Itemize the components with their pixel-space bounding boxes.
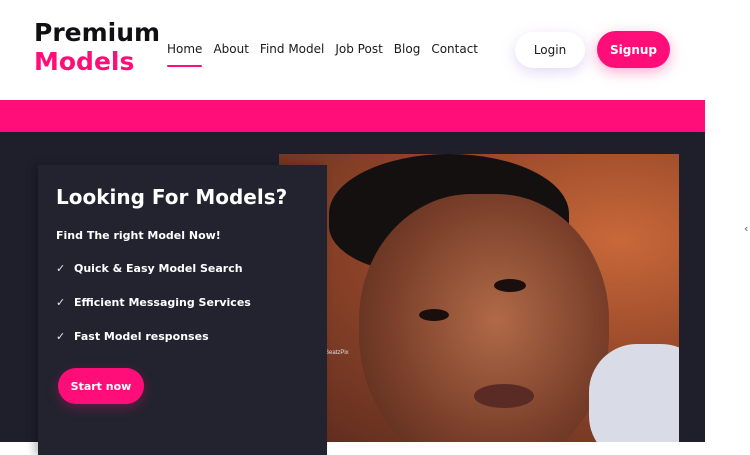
nav-item-contact[interactable]: Contact bbox=[431, 42, 478, 56]
feature-item: ✓ Quick & Easy Model Search bbox=[56, 262, 243, 275]
site-header: Premium Models Home About Find Model Job… bbox=[0, 0, 705, 100]
feature-item: ✓ Efficient Messaging Services bbox=[56, 296, 251, 309]
feature-label: Fast Model responses bbox=[74, 330, 209, 343]
nav-item-home[interactable]: Home bbox=[167, 42, 203, 67]
page-root: Premium Models Home About Find Model Job… bbox=[0, 0, 705, 455]
nav-item-blog[interactable]: Blog bbox=[394, 42, 421, 56]
hero-model-image: BeatzPix bbox=[279, 154, 679, 442]
start-now-button[interactable]: Start now bbox=[58, 368, 144, 404]
feature-label: Quick & Easy Model Search bbox=[74, 262, 243, 275]
signup-button[interactable]: Signup bbox=[597, 31, 670, 68]
feature-label: Efficient Messaging Services bbox=[74, 296, 251, 309]
nav-item-job-post[interactable]: Job Post bbox=[335, 42, 382, 56]
feature-item: ✓ Fast Model responses bbox=[56, 330, 209, 343]
nav-item-about[interactable]: About bbox=[213, 42, 248, 56]
accent-band bbox=[0, 100, 705, 132]
check-icon: ✓ bbox=[56, 330, 66, 343]
login-button[interactable]: Login bbox=[515, 32, 585, 68]
hero-subtitle: Find The right Model Now! bbox=[56, 229, 221, 242]
main-nav: Home About Find Model Job Post Blog Cont… bbox=[167, 42, 489, 67]
nav-item-find-model[interactable]: Find Model bbox=[260, 42, 324, 56]
logo-line-2: Models bbox=[34, 47, 135, 76]
hero-card: Looking For Models? Find The right Model… bbox=[38, 165, 327, 455]
logo-line-1: Premium bbox=[34, 18, 161, 47]
chevron-left-icon[interactable]: ‹ bbox=[744, 222, 748, 235]
site-logo[interactable]: Premium Models bbox=[34, 18, 160, 76]
check-icon: ✓ bbox=[56, 296, 66, 309]
hero-title: Looking For Models? bbox=[56, 185, 288, 209]
image-watermark: BeatzPix bbox=[325, 350, 349, 356]
check-icon: ✓ bbox=[56, 262, 66, 275]
